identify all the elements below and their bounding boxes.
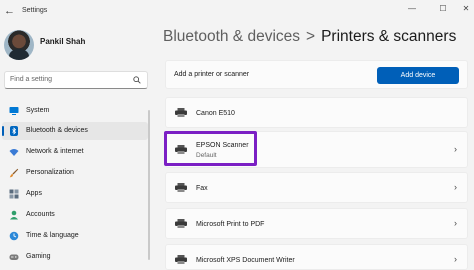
printer-icon — [175, 219, 187, 228]
gamepad-icon — [9, 254, 19, 260]
highlight-box — [164, 131, 257, 166]
add-printer-card: Add a printer or scanner Add device — [165, 60, 468, 89]
sidebar-item-network[interactable]: Network & internet — [2, 143, 148, 161]
device-name: Microsoft Print to PDF — [196, 221, 265, 228]
avatar — [4, 30, 34, 60]
sidebar-item-accounts[interactable]: Accounts — [2, 206, 148, 224]
printer-icon — [175, 183, 187, 192]
sidebar-item-system[interactable]: System — [2, 102, 148, 120]
breadcrumb-parent[interactable]: Bluetooth & devices — [163, 28, 300, 45]
search-icon — [133, 76, 141, 84]
device-name: Canon E510 — [196, 110, 235, 117]
chevron-right-icon: › — [454, 182, 457, 192]
profile-name: Pankil Shah — [40, 37, 86, 46]
page-title: Printers & scanners — [321, 28, 457, 45]
printer-icon — [175, 108, 187, 117]
printer-icon — [175, 255, 187, 264]
add-printer-label: Add a printer or scanner — [174, 71, 250, 78]
sidebar-item-gaming[interactable]: Gaming — [2, 248, 148, 266]
sidebar-item-label: Bluetooth & devices — [26, 127, 88, 134]
sidebar-item-label: Gaming — [26, 253, 51, 260]
breadcrumb-separator: > — [306, 28, 316, 45]
sidebar-item-apps[interactable]: Apps — [2, 185, 148, 203]
device-row-canon[interactable]: Canon E510 — [165, 97, 468, 128]
close-icon[interactable]: ✕ — [460, 3, 472, 15]
apps-icon — [9, 189, 19, 199]
maximize-icon[interactable]: ☐ — [437, 3, 449, 15]
sidebar-item-label: Personalization — [26, 169, 74, 176]
active-indicator — [2, 126, 4, 136]
sidebar-item-personalization[interactable]: Personalization — [2, 164, 148, 182]
sidebar-item-bluetooth-devices[interactable]: Bluetooth & devices — [2, 122, 148, 140]
user-profile[interactable]: Pankil Shah — [4, 30, 154, 64]
wifi-icon — [9, 149, 19, 156]
chevron-right-icon: › — [454, 254, 457, 264]
search-placeholder: Find a setting — [10, 76, 53, 83]
back-arrow-icon[interactable]: ← — [4, 5, 15, 17]
app-title: Settings — [22, 7, 48, 14]
sidebar-item-time-language[interactable]: Time & language — [2, 227, 148, 245]
person-icon — [10, 210, 18, 220]
sidebar-item-label: Network & internet — [26, 148, 84, 155]
bluetooth-icon — [10, 126, 18, 136]
device-name: Microsoft XPS Document Writer — [196, 257, 295, 264]
sidebar-item-label: Accounts — [26, 211, 55, 218]
breadcrumb: Bluetooth & devices > Printers & scanners — [163, 28, 456, 46]
sidebar-item-label: Time & language — [26, 232, 79, 239]
device-name: Fax — [196, 185, 208, 192]
brush-icon — [9, 168, 19, 178]
chevron-right-icon: › — [454, 144, 457, 154]
monitor-icon — [9, 107, 19, 115]
sidebar-scrollbar[interactable] — [148, 110, 150, 260]
sidebar-item-label: System — [26, 107, 50, 114]
device-row-fax[interactable]: Fax › — [165, 172, 468, 203]
sidebar-item-label: Apps — [26, 190, 42, 197]
device-row-print-to-pdf[interactable]: Microsoft Print to PDF › — [165, 208, 468, 239]
add-device-button[interactable]: Add device — [377, 67, 459, 84]
minimize-icon[interactable]: — — [406, 3, 418, 15]
globe-clock-icon — [9, 231, 19, 241]
chevron-right-icon: › — [454, 218, 457, 228]
device-row-xps-writer[interactable]: Microsoft XPS Document Writer › — [165, 244, 468, 270]
title-bar: ← Settings — ☐ ✕ — [0, 0, 474, 22]
search-input[interactable]: Find a setting — [4, 71, 148, 89]
